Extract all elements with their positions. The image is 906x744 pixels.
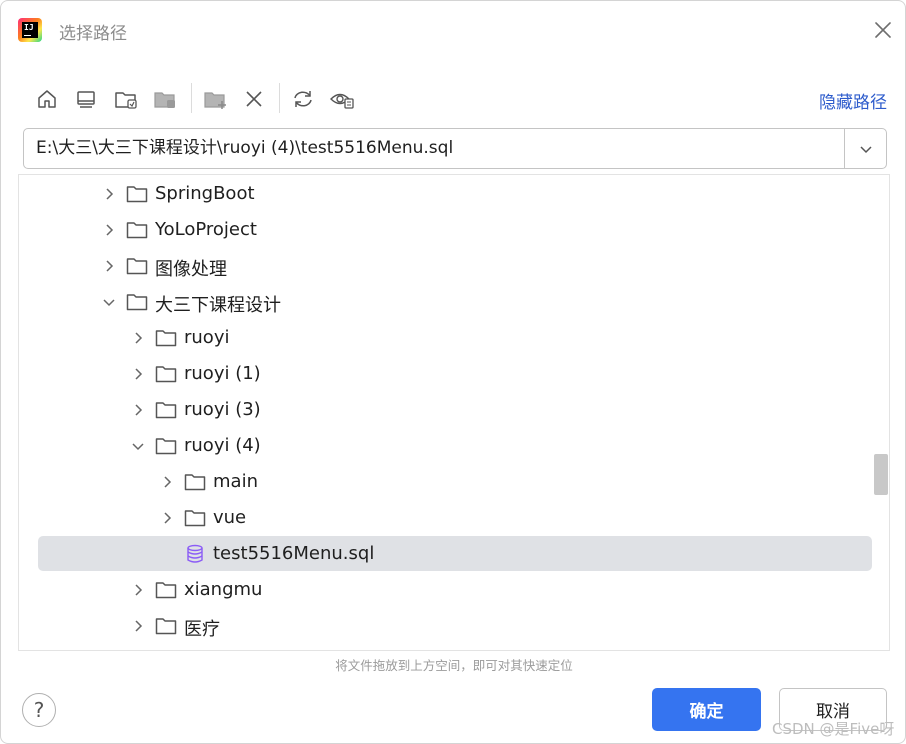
folder-icon: [126, 184, 148, 204]
chevron-down-icon[interactable]: [130, 438, 146, 454]
chevron-down-icon[interactable]: [101, 294, 117, 310]
desktop-icon: [77, 91, 95, 108]
path-history-dropdown-button[interactable]: [844, 129, 886, 168]
tree-folder-row[interactable]: 医疗: [19, 608, 871, 644]
chevron-down-icon: [859, 145, 872, 153]
path-field: [23, 128, 887, 169]
project-folder-icon: [115, 92, 137, 109]
desktop-button[interactable]: [72, 85, 100, 113]
delete-icon: [246, 91, 262, 107]
folder-icon: [184, 508, 206, 528]
show-hidden-icon: [330, 93, 354, 109]
chevron-right-icon[interactable]: [101, 258, 117, 274]
folder-icon: [126, 220, 148, 240]
close-icon: [875, 22, 891, 38]
help-button[interactable]: ?: [22, 693, 56, 727]
ok-button[interactable]: 确定: [652, 688, 761, 731]
chevron-right-icon[interactable]: [130, 402, 146, 418]
tree-item-label: vue: [213, 507, 247, 528]
toolbar-separator: [191, 83, 192, 113]
tree-folder-row[interactable]: 图像处理: [19, 248, 871, 284]
sql-database-icon: [184, 544, 206, 564]
dialog-title: 选择路径: [59, 24, 127, 44]
chevron-right-icon[interactable]: [130, 366, 146, 382]
tree-item-label: ruoyi: [184, 327, 230, 348]
tree-folder-row[interactable]: ruoyi: [19, 320, 871, 356]
chevron-right-icon[interactable]: [159, 474, 175, 490]
new-folder-icon: [204, 92, 226, 109]
tree-folder-row[interactable]: YoLoProject: [19, 212, 871, 248]
help-icon: ?: [33, 698, 45, 722]
tree-item-label: 图像处理: [155, 259, 227, 280]
chevron-right-icon[interactable]: [101, 222, 117, 238]
toolbar: [31, 81, 371, 117]
tree-item-label: 医疗: [184, 619, 220, 640]
app-icon-text: IJ: [24, 23, 34, 32]
toolbar-separator: [279, 83, 280, 113]
tree-folder-row[interactable]: 大三下课程设计: [19, 284, 871, 320]
refresh-icon: [294, 91, 312, 107]
chevron-right-icon[interactable]: [130, 330, 146, 346]
intellij-app-icon: IJ: [18, 18, 42, 42]
tree-folder-row[interactable]: ruoyi (1): [19, 356, 871, 392]
path-input[interactable]: [36, 129, 836, 168]
folder-icon: [126, 292, 148, 312]
tree-item-label: test5516Menu.sql: [213, 543, 375, 564]
tree-folder-row[interactable]: SpringBoot: [19, 176, 871, 212]
csdn-watermark: CSDN @是Five呀: [772, 720, 895, 738]
tree-item-label: main: [213, 471, 258, 492]
tree-folder-row[interactable]: ruoyi (4): [19, 428, 871, 464]
tree-item-label: xiangmu: [184, 579, 263, 600]
tree-folder-row[interactable]: xiangmu: [19, 572, 871, 608]
chevron-right-icon[interactable]: [159, 510, 175, 526]
folder-icon: [155, 400, 177, 420]
folder-icon: [155, 436, 177, 456]
folder-icon: [155, 328, 177, 348]
tree-item-label: ruoyi (4): [184, 435, 261, 456]
chevron-right-icon[interactable]: [130, 582, 146, 598]
tree-folder-row[interactable]: ruoyi (3): [19, 392, 871, 428]
home-icon: [38, 90, 56, 108]
chevron-right-icon[interactable]: [130, 618, 146, 634]
chevron-right-icon[interactable]: [101, 186, 117, 202]
tree-file-row[interactable]: test5516Menu.sql: [38, 536, 872, 571]
drag-drop-hint: 将文件拖放到上方空间，即可对其快速定位: [335, 658, 573, 673]
folder-icon: [155, 616, 177, 636]
tree-item-label: ruoyi (1): [184, 363, 261, 384]
tree-item-label: 大三下课程设计: [155, 295, 281, 316]
home-button[interactable]: [33, 85, 61, 113]
tree-folder-row[interactable]: main: [19, 464, 871, 500]
folder-icon: [126, 256, 148, 276]
new-folder-button[interactable]: [201, 85, 229, 113]
refresh-button[interactable]: [289, 85, 317, 113]
folder-icon: [155, 364, 177, 384]
module-folder-icon: [154, 92, 175, 108]
title-bar: IJ 选择路径: [1, 1, 905, 61]
folder-icon: [155, 580, 177, 600]
tree-item-label: SpringBoot: [155, 183, 255, 204]
delete-button[interactable]: [240, 85, 268, 113]
project-folder-button[interactable]: [112, 85, 140, 113]
module-folder-button[interactable]: [151, 85, 179, 113]
folder-icon: [184, 472, 206, 492]
tree-item-label: ruoyi (3): [184, 399, 261, 420]
tree-item-label: YoLoProject: [155, 219, 257, 240]
show-hidden-button[interactable]: [328, 85, 356, 113]
tree-folder-row[interactable]: vue: [19, 500, 871, 536]
close-button[interactable]: [871, 18, 895, 42]
tree-scrollbar-thumb[interactable]: [874, 454, 888, 495]
file-tree[interactable]: 医疗 xiangmu test5516Menu.sql vue main ruoyi (4…: [18, 174, 890, 651]
hide-path-link[interactable]: 隐藏路径: [819, 88, 887, 113]
select-path-dialog: IJ 选择路径 隐藏路径 E:\大三\大三下课程设计\ruoyi (4)\tes…: [0, 0, 906, 744]
